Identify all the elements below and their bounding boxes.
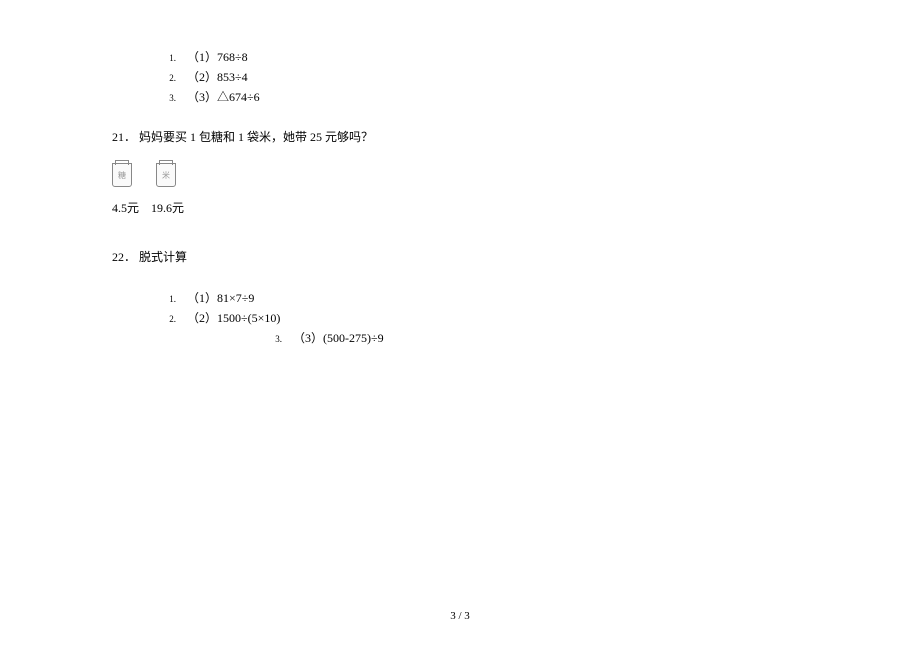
list-item: 1. （1）81×7÷9	[158, 289, 920, 307]
sub-number: 3.	[158, 92, 176, 106]
list-item: 3. （3）(500-275)÷9	[264, 329, 920, 347]
document-page: 1. （1）768÷8 2. （2）853÷4 3. （3）△674÷6 21．…	[0, 0, 920, 347]
prices-row: 4.5元 19.6元	[112, 199, 920, 216]
rice-bag-icon: 米	[156, 163, 176, 187]
sub-text: （2）1500÷(5×10)	[187, 311, 280, 325]
rice-bag-container: 米	[156, 163, 176, 187]
bag-label: 米	[162, 170, 170, 181]
q22-sublist: 1. （1）81×7÷9 2. （2）1500÷(5×10) 3. （3）(50…	[112, 289, 920, 347]
question-number: 22．	[112, 248, 136, 265]
product-images-row: 糖 米	[112, 163, 920, 187]
question-21: 21． 妈妈要买 1 包糖和 1 袋米，她带 25 元够吗？	[112, 128, 920, 145]
sub-number: 2.	[158, 72, 176, 86]
sub-text: （3）△674÷6	[187, 90, 260, 104]
rice-price: 19.6元	[151, 199, 184, 216]
sub-number: 1.	[158, 52, 176, 66]
page-footer: 3 / 3	[0, 610, 920, 622]
sub-number: 2.	[158, 313, 176, 327]
sub-number: 1.	[158, 293, 176, 307]
sugar-bag-container: 糖	[112, 163, 132, 187]
sub-text: （3）(500-275)÷9	[293, 331, 384, 345]
question-22: 22． 脱式计算	[112, 248, 920, 265]
list-item: 1. （1）768÷8	[158, 48, 920, 66]
sub-text: （1）768÷8	[187, 50, 248, 64]
sub-text: （2）853÷4	[187, 70, 248, 84]
sugar-bag-icon: 糖	[112, 163, 132, 187]
question-text: 妈妈要买 1 包糖和 1 袋米，她带 25 元够吗？	[139, 130, 373, 144]
question-number: 21．	[112, 128, 136, 145]
sugar-price: 4.5元	[112, 199, 139, 216]
bag-label: 糖	[118, 170, 126, 181]
list-item: 2. （2）1500÷(5×10)	[158, 309, 920, 327]
page-number: 3 / 3	[450, 610, 470, 622]
list-item: 2. （2）853÷4	[158, 68, 920, 86]
q20-sublist: 1. （1）768÷8 2. （2）853÷4 3. （3）△674÷6	[112, 48, 920, 106]
list-item: 3. （3）△674÷6	[158, 88, 920, 106]
sub-number: 3.	[264, 333, 282, 347]
question-text: 脱式计算	[139, 250, 187, 264]
sub-text: （1）81×7÷9	[187, 291, 254, 305]
